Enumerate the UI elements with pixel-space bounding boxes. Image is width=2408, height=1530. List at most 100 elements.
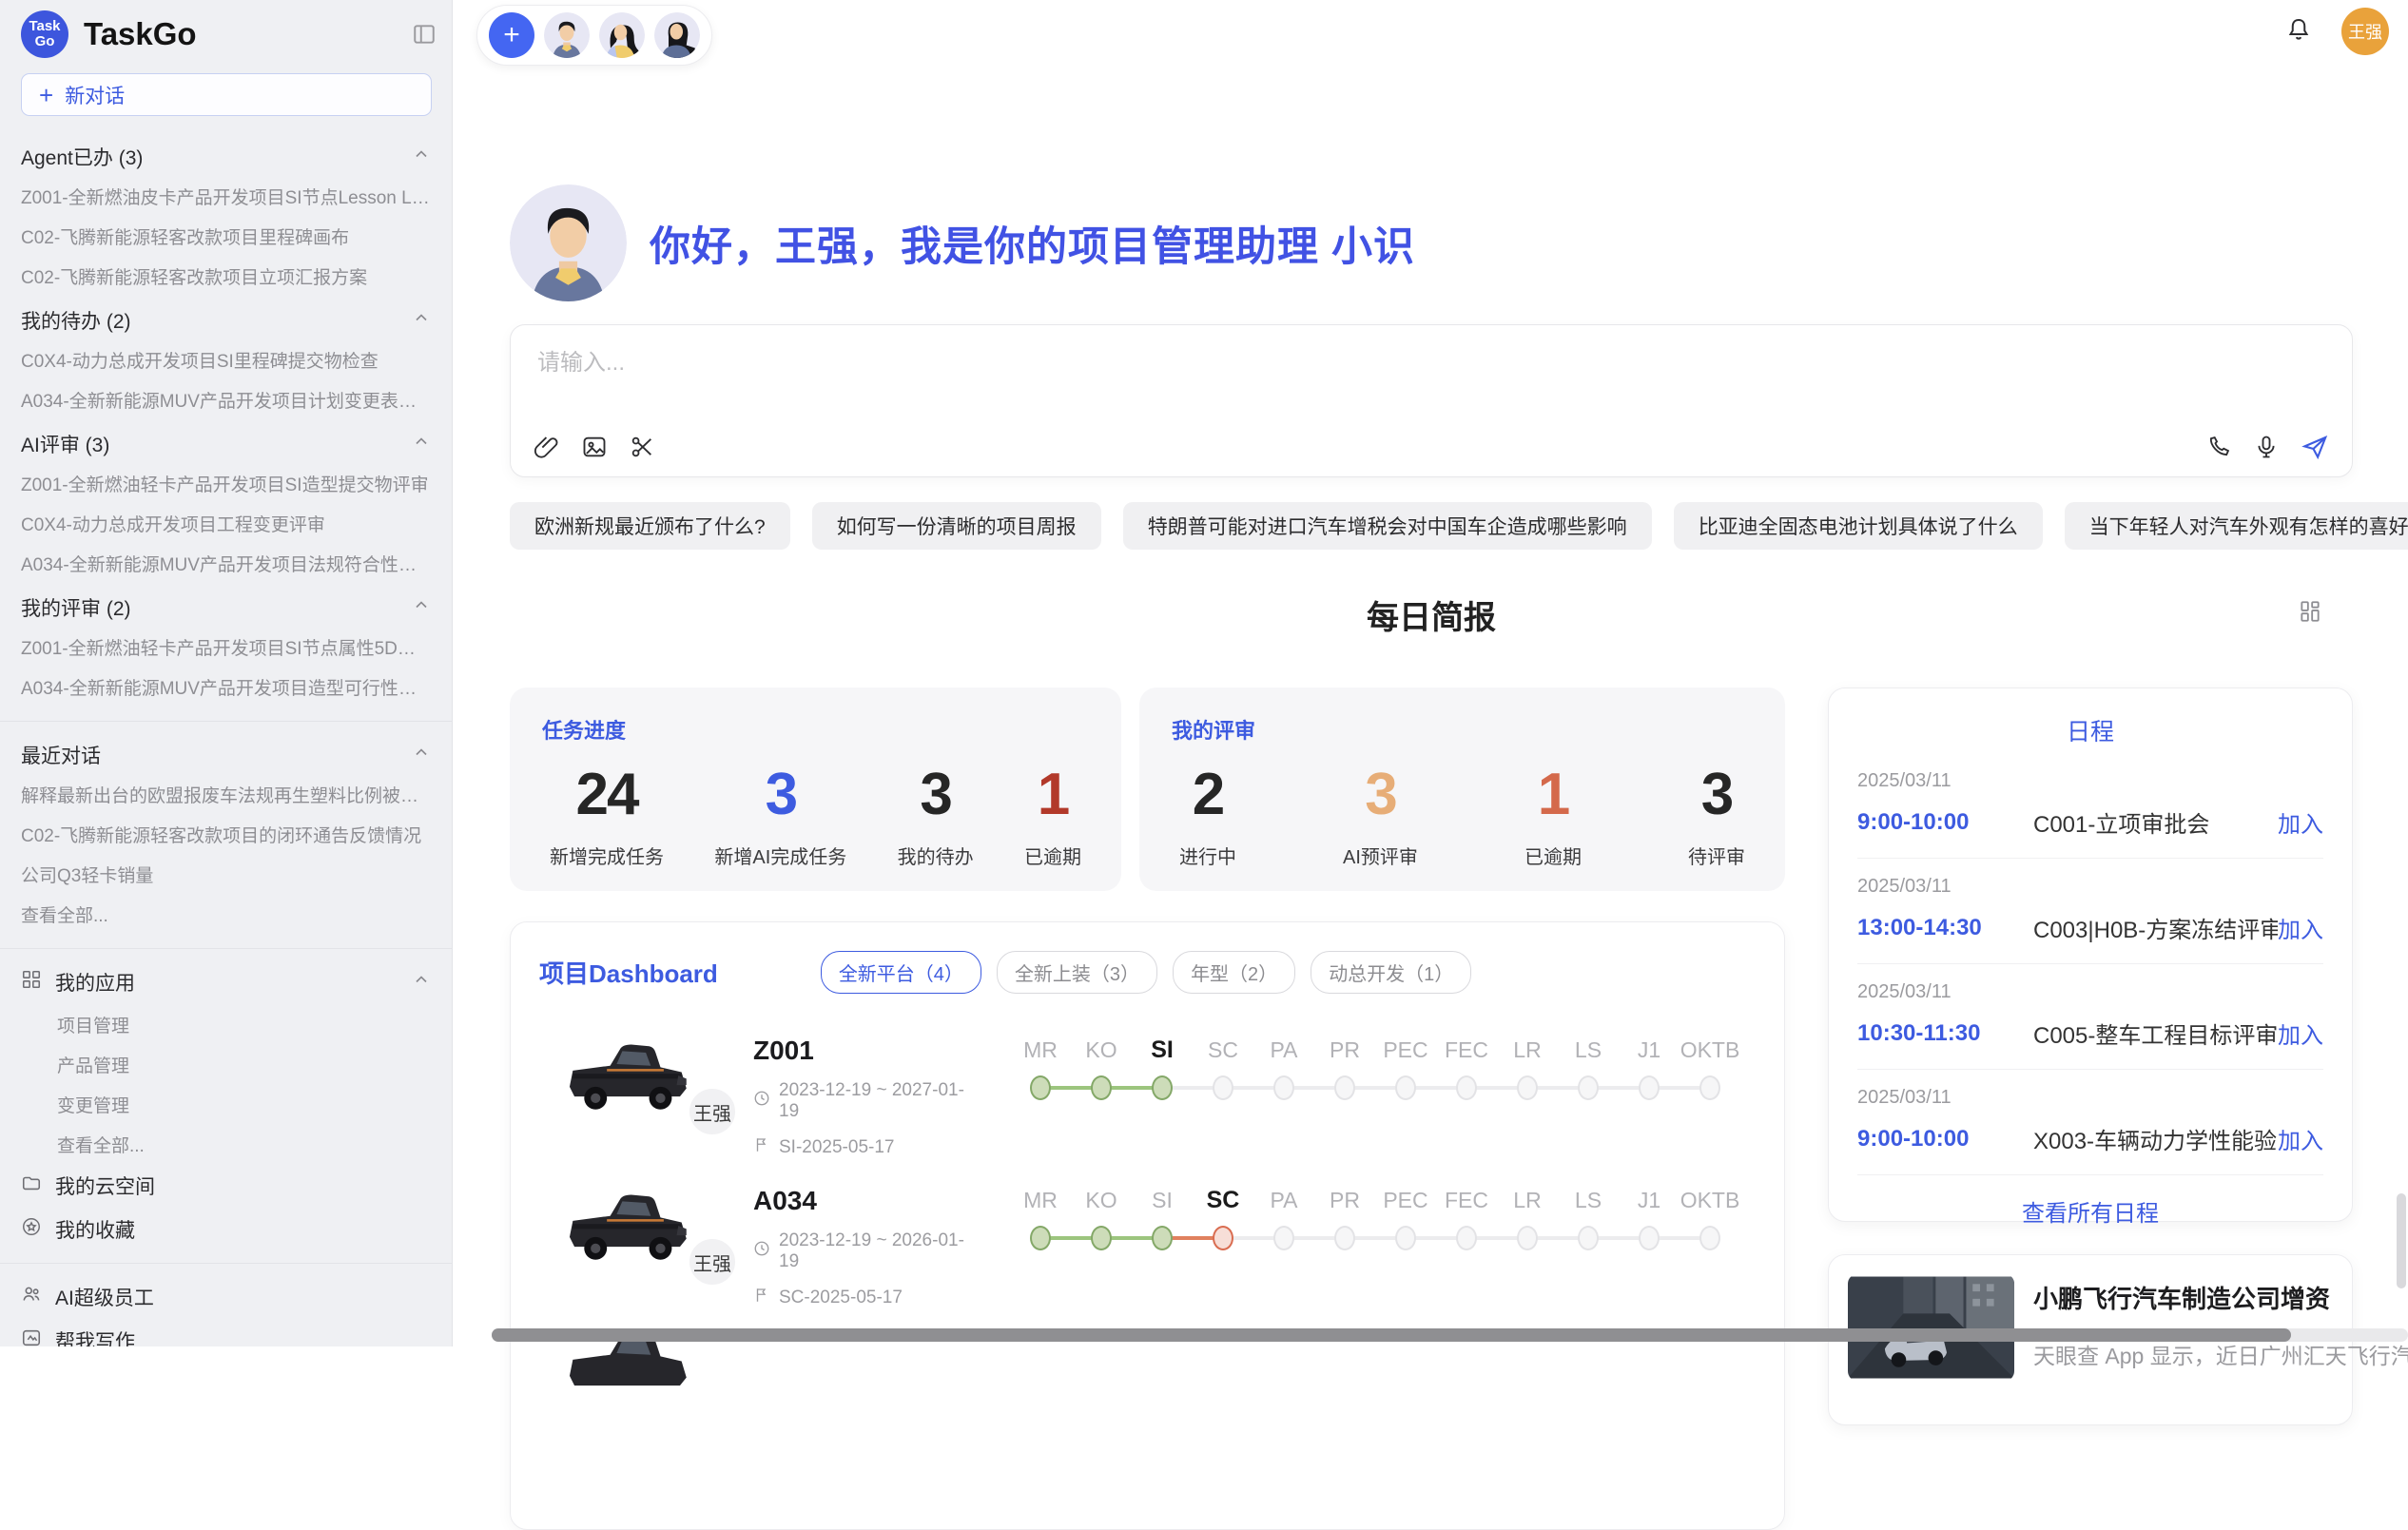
sidebar-item-favorites[interactable]: 我的收藏 — [21, 1208, 431, 1251]
schedule-time: 9:00-10:00 — [1857, 1126, 2033, 1152]
recent-chats-header[interactable]: 最近对话 — [21, 733, 431, 777]
sidebar-item[interactable]: C02-飞腾新能源轻客改款项目里程碑画布 — [21, 219, 431, 259]
plus-icon: + — [39, 83, 53, 107]
star-icon — [21, 1216, 42, 1243]
project-row[interactable]: 王强 Z001 2023-12-19 ~ 2027-01-19 — [539, 1020, 1784, 1171]
chevron-up-icon[interactable] — [412, 743, 431, 767]
milestone-label: J1 — [1619, 1184, 1680, 1216]
mic-icon[interactable] — [2253, 434, 2280, 460]
stat: 24 新增完成任务 — [550, 754, 664, 869]
section-title: 我的待办 (2) — [21, 306, 131, 335]
image-icon[interactable] — [581, 434, 608, 460]
join-link[interactable]: 加入 — [2278, 1017, 2323, 1050]
my-apps-header[interactable]: 我的应用 — [21, 960, 431, 1004]
paperclip-icon[interactable] — [534, 434, 560, 460]
recent-chat-item[interactable]: C02-飞腾新能源轻客改款项目的闭环通告反馈情况 — [21, 817, 431, 857]
scissors-icon[interactable] — [629, 434, 655, 460]
agent-avatar-3[interactable] — [654, 12, 700, 58]
milestone-label: SC — [1193, 1184, 1253, 1216]
sidebar-item[interactable]: A034-全新新能源MUV产品开发项目计划变更表编写 — [21, 382, 431, 422]
chevron-up-icon[interactable] — [412, 970, 431, 995]
apps-view-all[interactable]: 查看全部... — [21, 1124, 431, 1164]
suggestion-chip[interactable]: 特朗普可能对进口汽车增税会对中国车企造成哪些影响 — [1123, 502, 1652, 550]
stat-label: 待评审 — [1688, 842, 1745, 869]
sidebar-item[interactable]: C02-飞腾新能源轻客改款项目立项汇报方案 — [21, 259, 431, 299]
news-title: 小鹏飞行汽车制造公司增资 — [2033, 1280, 2408, 1315]
app-item[interactable]: 产品管理 — [21, 1044, 431, 1084]
suggestion-chip[interactable]: 比亚迪全固态电池计划具体说了什么 — [1674, 502, 2043, 550]
sidebar-section: AI评审 (3) Z001-全新燃油轻卡产品开发项目SI造型提交物评审C0X4-… — [21, 422, 431, 586]
horizontal-scrollbar-thumb[interactable] — [492, 1328, 2291, 1342]
chat-input[interactable] — [537, 350, 2325, 377]
stat-card-title: 任务进度 — [542, 714, 1089, 745]
stat-value: 3 — [1688, 754, 1745, 836]
join-link[interactable]: 加入 — [2278, 805, 2323, 839]
section-items: C0X4-动力总成开发项目SI里程碑提交物检查A034-全新新能源MUV产品开发… — [21, 342, 431, 422]
milestone-label: MR — [1010, 1034, 1071, 1066]
join-link[interactable]: 加入 — [2278, 1122, 2323, 1155]
milestone-label: KO — [1071, 1184, 1132, 1216]
sidebar-item[interactable]: C0X4-动力总成开发项目工程变更评审 — [21, 506, 431, 546]
bell-icon[interactable] — [2284, 15, 2313, 48]
sidebar-section-header[interactable]: 我的评审 (2) — [21, 586, 431, 629]
sidebar-item-help-write[interactable]: 帮我写作 — [21, 1319, 431, 1346]
join-link[interactable]: 加入 — [2278, 911, 2323, 944]
milestone-label: PA — [1253, 1184, 1314, 1216]
recent-chat-item[interactable]: 解释最新出台的欧盟报废车法规再生塑料比例被调至15%... — [21, 777, 431, 817]
app-item[interactable]: 变更管理 — [21, 1084, 431, 1124]
chevron-up-icon[interactable] — [412, 308, 431, 333]
suggestion-chip[interactable]: 如何写一份清晰的项目周报 — [812, 502, 1101, 550]
suggestion-chip[interactable]: 当下年轻人对汽车外观有怎样的喜好趋势 — [2065, 502, 2408, 550]
vertical-scrollbar-thumb[interactable] — [2397, 1193, 2406, 1288]
agent-avatar-2[interactable] — [599, 12, 645, 58]
filter-chip[interactable]: 年型（2） — [1173, 951, 1295, 994]
send-icon[interactable] — [2301, 433, 2329, 461]
chevron-up-icon[interactable] — [412, 595, 431, 620]
add-agent-button[interactable]: + — [489, 12, 534, 58]
layout-icon[interactable] — [2298, 599, 2322, 629]
dashboard-filters: 全新平台（4） 全新上装（3） 年型（2） 动总开发（1） — [821, 951, 1472, 994]
sidebar-item[interactable]: A034-全新新能源MUV产品开发项目造型可行性评审 — [21, 669, 431, 709]
milestone: KO — [1071, 1034, 1132, 1100]
sidebar-item-cloud-space[interactable]: 我的云空间 — [21, 1164, 431, 1208]
stat-card: 我的评审 2 进行中 3 AI预评审 — [1139, 688, 1785, 891]
sidebar-item[interactable]: Z001-全新燃油皮卡产品开发项目SI节点Lesson Learn报告 — [21, 179, 431, 219]
sidebar-item[interactable]: Z001-全新燃油轻卡产品开发项目SI造型提交物评审 — [21, 466, 431, 506]
user-avatar[interactable]: 王强 — [2341, 8, 2389, 55]
agent-avatar-1[interactable] — [544, 12, 590, 58]
suggestion-chip[interactable]: 欧洲新规最近颁布了什么? — [510, 502, 790, 550]
stat-card-title: 我的评审 — [1172, 714, 1753, 745]
filter-chip[interactable]: 全新平台（4） — [821, 951, 981, 994]
sidebar-item[interactable]: A034-全新新能源MUV产品开发项目法规符合性评审 — [21, 546, 431, 586]
schedule-date: 2025/03/11 — [1857, 770, 2323, 792]
assistant-avatar — [510, 184, 627, 301]
milestone: OKTB — [1680, 1034, 1740, 1100]
panel-toggle-icon[interactable] — [412, 22, 437, 47]
sidebar-section-header[interactable]: Agent已办 (3) — [21, 135, 431, 179]
milestone-label: FEC — [1436, 1034, 1497, 1066]
app-item[interactable]: 项目管理 — [21, 1004, 431, 1044]
sidebar-section-header[interactable]: AI评审 (3) — [21, 422, 431, 466]
filter-chip[interactable]: 全新上装（3） — [997, 951, 1157, 994]
sidebar-item[interactable]: Z001-全新燃油轻卡产品开发项目SI节点属性5D文件评审 — [21, 629, 431, 669]
recent-view-all[interactable]: 查看全部... — [21, 897, 431, 937]
schedule-view-all[interactable]: 查看所有日程 — [1857, 1175, 2323, 1247]
schedule-item: 2025/03/11 10:30-11:30 C005-整车工程目标评审 加入 — [1857, 964, 2323, 1070]
sidebar-item[interactable]: C0X4-动力总成开发项目SI里程碑提交物检查 — [21, 342, 431, 382]
new-chat-button[interactable]: + 新对话 — [21, 73, 432, 116]
milestone-track: MR KO — [1010, 1034, 1740, 1100]
milestone-label: SI — [1132, 1034, 1193, 1066]
sidebar-item-ai-employee[interactable]: AI超级员工 — [21, 1275, 431, 1319]
phone-icon[interactable] — [2205, 434, 2232, 460]
milestone: MR — [1010, 1034, 1071, 1100]
filter-chip[interactable]: 动总开发（1） — [1311, 951, 1471, 994]
milestone: SI — [1132, 1034, 1193, 1100]
composer — [510, 324, 2353, 477]
project-row[interactable]: 王强 A034 2023-12-19 ~ 2026-01-19 — [539, 1171, 1784, 1321]
sidebar-section-header[interactable]: 我的待办 (2) — [21, 299, 431, 342]
chevron-up-icon[interactable] — [412, 145, 431, 169]
chevron-up-icon[interactable] — [412, 432, 431, 456]
main-area: + — [454, 0, 2408, 1346]
recent-chat-item[interactable]: 公司Q3轻卡销量 — [21, 857, 431, 897]
stats-cards: 任务进度 24 新增完成任务 3 新增AI完成任务 — [510, 688, 1785, 891]
